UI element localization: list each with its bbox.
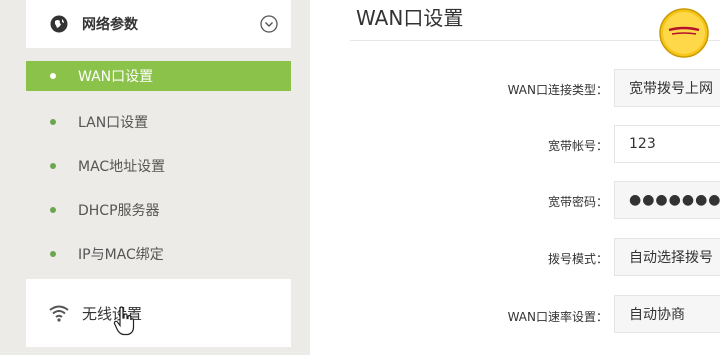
sidebar: 网络参数 WAN口设置 LAN口设置 MAC地址设置 DHCP服务器 IP与MA… <box>0 0 310 355</box>
wan-speed-label: WAN口速率设置： <box>507 310 608 324</box>
hand-cursor-icon <box>113 306 135 336</box>
wifi-icon <box>48 302 70 324</box>
sidebar-item-label: DHCP服务器 <box>78 203 160 219</box>
bullet-dot <box>50 251 56 257</box>
broadband-account-label: 宽带帐号： <box>547 139 608 153</box>
page-title: WAN口设置 <box>356 6 464 30</box>
broadband-password-label: 宽带密码： <box>547 195 608 209</box>
dial-mode-label: 拨号模式： <box>547 252 608 266</box>
wan-connection-type-select[interactable]: 宽带拨号上网 <box>614 69 720 107</box>
bullet-dot <box>50 73 56 79</box>
broadband-password-input[interactable]: ●●●●●●●●●● <box>614 181 720 219</box>
broadband-account-input[interactable]: 123 <box>614 125 720 163</box>
emoji-face-icon <box>657 6 711 60</box>
wan-speed-select[interactable]: 自动协商 <box>614 295 720 333</box>
sidebar-item-mac[interactable]: MAC地址设置 <box>26 151 291 181</box>
globe-icon <box>48 13 70 35</box>
bullet-dot <box>50 207 56 213</box>
sidebar-item-label: MAC地址设置 <box>78 159 166 175</box>
sidebar-item-ip-mac-binding[interactable]: IP与MAC绑定 <box>26 239 291 269</box>
sidebar-item-label: WAN口设置 <box>78 69 154 85</box>
wan-connection-type-label: WAN口连接类型： <box>507 83 608 97</box>
chevron-down-icon[interactable] <box>259 14 279 34</box>
sidebar-item-label: LAN口设置 <box>78 115 149 131</box>
dial-mode-select[interactable]: 自动选择拨号 <box>614 238 720 276</box>
sidebar-item-label: IP与MAC绑定 <box>78 247 164 263</box>
sidebar-item-wan[interactable]: WAN口设置 <box>26 61 291 91</box>
sidebar-item-dhcp[interactable]: DHCP服务器 <box>26 195 291 225</box>
nav-network-params-label: 网络参数 <box>82 17 138 33</box>
bullet-dot <box>50 163 56 169</box>
nav-network-params[interactable]: 网络参数 <box>26 0 291 48</box>
nav-wireless-settings[interactable]: 无线设置 <box>26 279 291 347</box>
sidebar-item-lan[interactable]: LAN口设置 <box>26 107 291 137</box>
bullet-dot <box>50 119 56 125</box>
